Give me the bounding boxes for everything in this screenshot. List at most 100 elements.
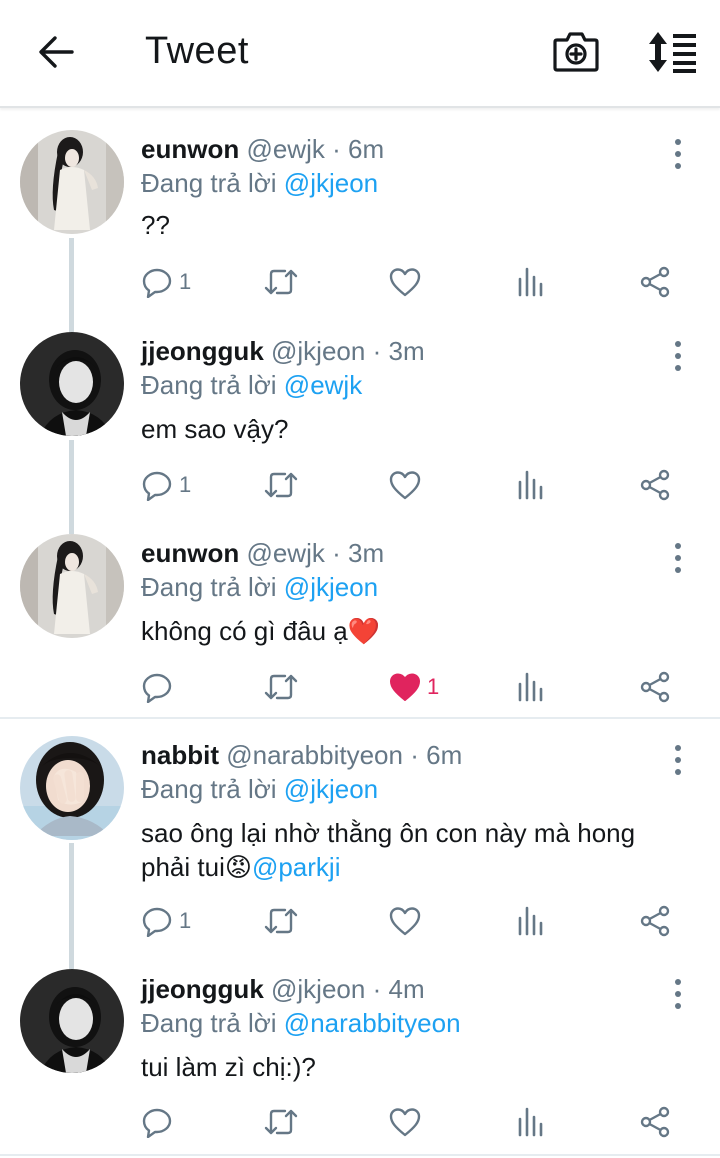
mention-link[interactable]: @jkjeon xyxy=(284,774,378,804)
avatar[interactable] xyxy=(20,332,124,436)
more-vertical-icon xyxy=(675,543,681,549)
camera-plus-icon xyxy=(553,32,599,72)
more-options-button[interactable] xyxy=(666,540,690,576)
more-options-button[interactable] xyxy=(666,338,690,374)
sort-icon xyxy=(649,32,696,73)
separator-dot: · xyxy=(332,538,341,568)
tweet-text-fragment: phải tui😡 xyxy=(141,852,252,882)
like-button[interactable] xyxy=(389,1102,421,1142)
retweet-button[interactable] xyxy=(263,465,299,505)
timestamp: 3m xyxy=(348,538,385,568)
like-button[interactable] xyxy=(389,901,421,941)
analytics-button[interactable] xyxy=(517,1102,545,1142)
username: @ewjk xyxy=(246,134,325,164)
tweet-text-line: sao ông lại nhờ thằng ôn con này mà hong xyxy=(141,818,636,848)
retweet-button[interactable] xyxy=(263,262,299,302)
camera-button[interactable] xyxy=(552,30,600,74)
tweet-text: không có gì đâu ạ❤️ xyxy=(141,616,381,646)
replying-to-label: Đang trả lời xyxy=(141,774,277,804)
analytics-icon xyxy=(518,672,543,702)
replying-to-label: Đang trả lời xyxy=(141,168,277,198)
like-icon xyxy=(389,907,421,936)
like-button[interactable] xyxy=(389,465,421,505)
reply-count: 1 xyxy=(179,908,192,933)
separator-dot: · xyxy=(410,740,419,770)
tweet-text-line: phải tui😡@parkji xyxy=(141,850,681,884)
thread-divider xyxy=(0,717,720,719)
more-vertical-icon xyxy=(675,139,681,145)
avatar[interactable] xyxy=(20,736,124,840)
share-button[interactable] xyxy=(640,262,670,302)
analytics-button[interactable] xyxy=(517,667,545,707)
share-button[interactable] xyxy=(640,667,670,707)
avatar[interactable] xyxy=(20,130,124,234)
mention-link[interactable]: @jkjeon xyxy=(284,168,378,198)
retweet-button[interactable] xyxy=(263,901,299,941)
back-button[interactable] xyxy=(36,32,76,72)
like-icon-filled xyxy=(390,673,420,701)
top-app-bar: Tweet xyxy=(0,0,720,108)
separator-dot: · xyxy=(332,134,341,164)
separator-dot: · xyxy=(372,974,382,1004)
share-button[interactable] xyxy=(640,465,670,505)
display-name[interactable]: jjeongguk xyxy=(141,974,264,1004)
retweet-button[interactable] xyxy=(263,667,299,707)
timestamp: 4m xyxy=(388,974,425,1004)
bottom-divider xyxy=(0,1154,720,1156)
share-icon xyxy=(640,469,670,501)
tweet-text: sao ông lại nhờ thằng ôn con này mà hong… xyxy=(141,816,681,884)
share-button[interactable] xyxy=(640,901,670,941)
mention-link[interactable]: @narabbityeon xyxy=(284,1008,461,1038)
like-icon xyxy=(389,1108,421,1137)
reply-button[interactable] xyxy=(141,1102,179,1142)
tweet-actions: 1 xyxy=(0,262,720,302)
mention-link[interactable]: @ewjk xyxy=(284,370,362,400)
more-options-button[interactable] xyxy=(666,976,690,1012)
analytics-button[interactable] xyxy=(517,901,545,941)
tweet-text: ?? xyxy=(141,210,170,240)
analytics-icon xyxy=(518,906,543,936)
reply-button[interactable]: 1 xyxy=(141,901,191,941)
username: @jkjeon xyxy=(271,336,366,366)
timestamp: 3m xyxy=(388,336,425,366)
reply-icon xyxy=(142,268,172,298)
share-icon xyxy=(640,266,670,298)
reply-button[interactable]: 1 xyxy=(141,465,191,505)
reply-icon xyxy=(142,471,172,501)
analytics-button[interactable] xyxy=(517,262,545,302)
display-name[interactable]: eunwon xyxy=(141,134,239,164)
analytics-button[interactable] xyxy=(517,465,545,505)
reply-button[interactable]: 1 xyxy=(141,262,191,302)
mention-link[interactable]: @parkji xyxy=(252,852,341,882)
avatar[interactable] xyxy=(20,534,124,638)
display-name[interactable]: eunwon xyxy=(141,538,239,568)
share-icon xyxy=(640,671,670,703)
reply-count: 1 xyxy=(179,472,192,497)
display-name[interactable]: nabbit xyxy=(141,740,219,770)
more-options-button[interactable] xyxy=(666,742,690,778)
replying-to-label: Đang trả lời xyxy=(141,572,277,602)
tweet-actions: 1 xyxy=(0,667,720,707)
timestamp: 6m xyxy=(348,134,385,164)
tweet-meta: eunwon @ewjk · 6m xyxy=(141,134,384,165)
more-vertical-icon xyxy=(675,745,681,751)
like-button[interactable]: 1 xyxy=(389,667,439,707)
more-vertical-icon xyxy=(675,979,681,985)
page-title: Tweet xyxy=(145,30,249,72)
display-name[interactable]: jjeongguk xyxy=(141,336,264,366)
retweet-button[interactable] xyxy=(263,1102,299,1142)
retweet-icon xyxy=(264,269,298,295)
reply-count: 1 xyxy=(179,269,192,294)
replying-to: Đang trả lời @ewjk xyxy=(141,370,362,401)
sort-button[interactable] xyxy=(646,30,698,74)
mention-link[interactable]: @jkjeon xyxy=(284,572,378,602)
share-button[interactable] xyxy=(640,1102,670,1142)
more-options-button[interactable] xyxy=(666,136,690,172)
tweet-text: tui làm zì chị:)? xyxy=(141,1052,316,1082)
avatar[interactable] xyxy=(20,969,124,1073)
like-button[interactable] xyxy=(389,262,421,302)
reply-button[interactable] xyxy=(141,667,179,707)
analytics-icon xyxy=(518,470,543,500)
replying-to: Đang trả lời @jkjeon xyxy=(141,572,378,603)
retweet-icon xyxy=(264,908,298,934)
